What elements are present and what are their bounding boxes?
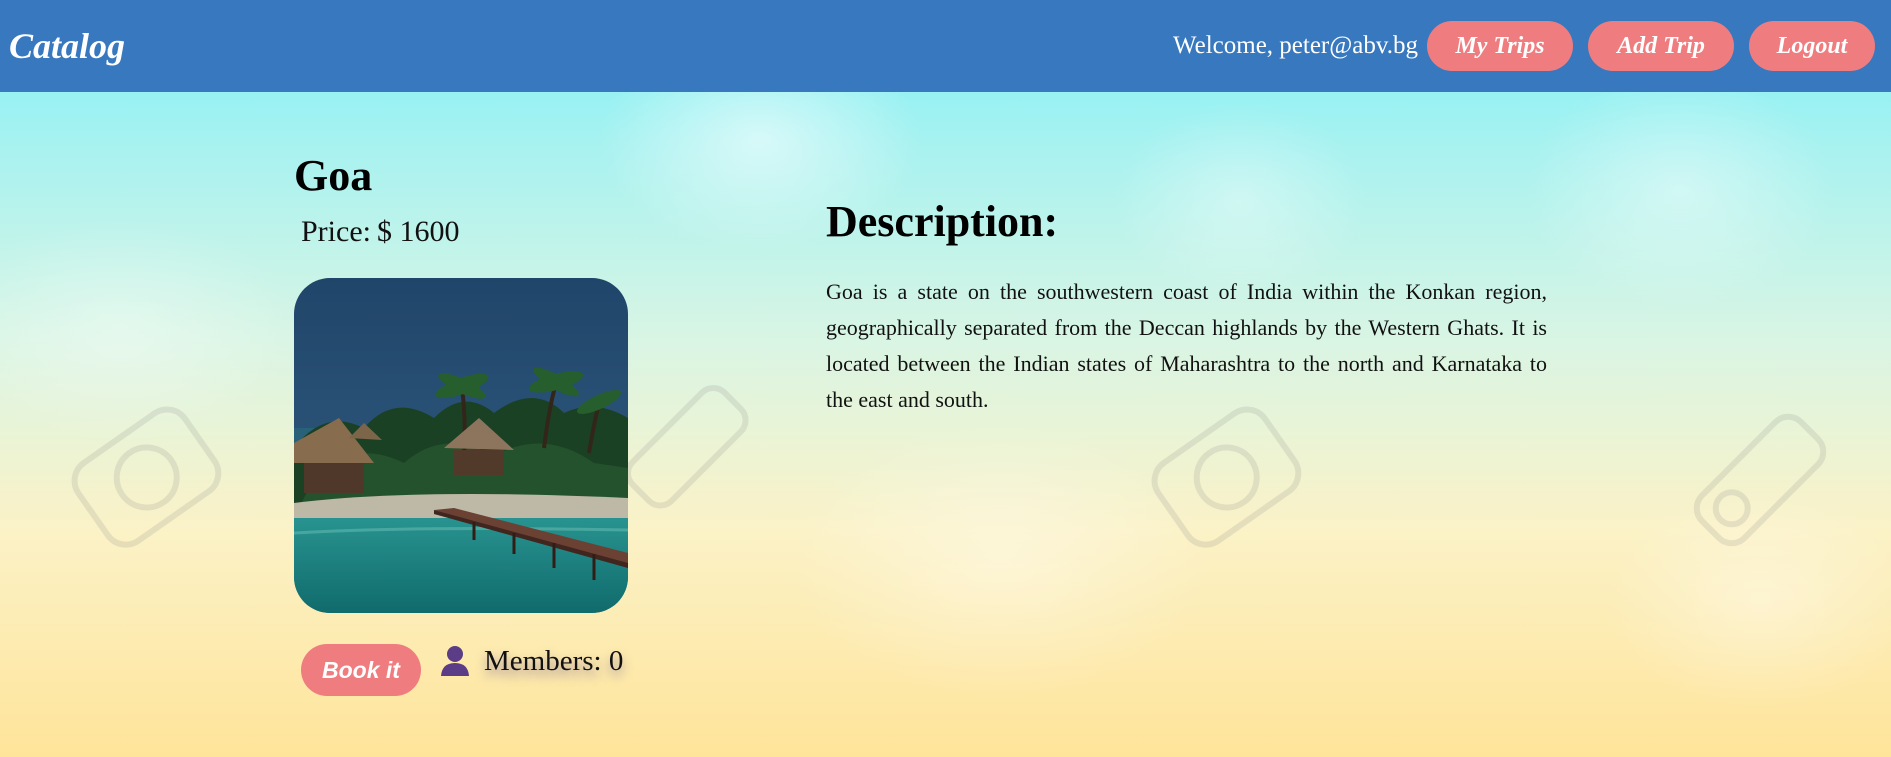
price-value: $ 1600 [376, 215, 460, 248]
members-info: Members: 0 [440, 641, 623, 681]
description-text: Goa is a state on the southwestern coast… [826, 279, 1547, 412]
members-count: Members: 0 [484, 644, 624, 677]
book-it-button[interactable]: Book it [301, 644, 421, 696]
add-trip-button[interactable]: Add Trip [1588, 21, 1734, 71]
my-trips-button[interactable]: My Trips [1427, 21, 1573, 71]
user-icon [441, 646, 469, 676]
welcome-message: Welcome, peter@abv.bg [1173, 32, 1418, 59]
trip-price: Price: $ 1600 [301, 215, 459, 249]
description-heading: Description: [826, 197, 1059, 246]
trip-image [294, 278, 628, 613]
trip-title: Goa [294, 151, 373, 200]
price-label: Price: [301, 215, 371, 248]
watermark-camera-left [71, 406, 222, 548]
top-navbar: Catalog Welcome, peter@abv.bg My Trips A… [0, 0, 1891, 92]
user-nav: Welcome, peter@abv.bg My Trips Add Trip … [1173, 21, 1875, 71]
logout-button[interactable]: Logout [1749, 21, 1875, 71]
watermark-camera-right [1693, 413, 1827, 547]
catalog-logo-link[interactable]: Catalog [9, 25, 125, 67]
